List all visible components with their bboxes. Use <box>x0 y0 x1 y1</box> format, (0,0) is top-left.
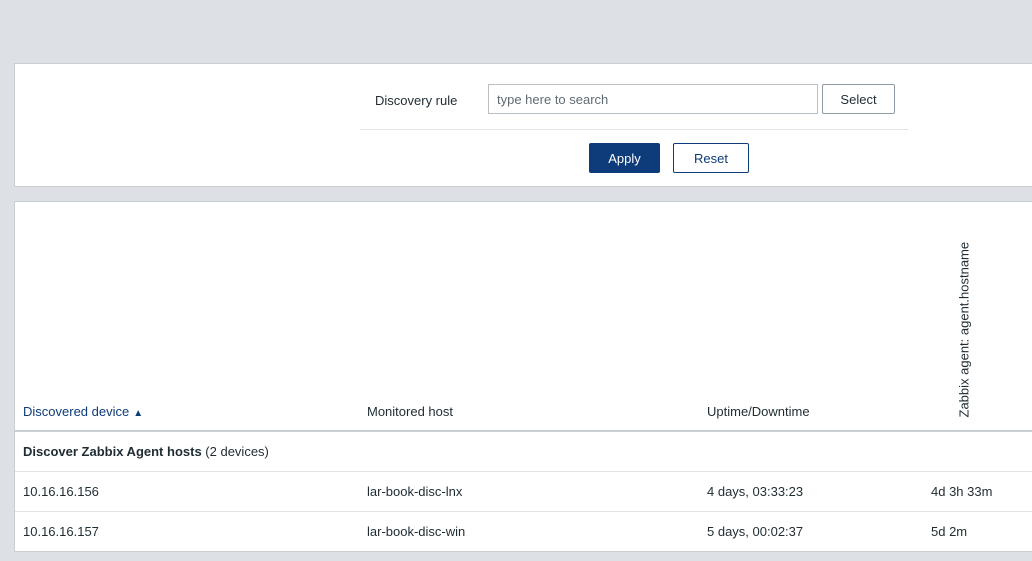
column-header-uptime: Uptime/Downtime <box>707 404 810 419</box>
discovery-rule-search-input[interactable] <box>488 84 818 114</box>
sort-ascending-icon: ▲ <box>133 408 144 419</box>
column-header-discovered-device[interactable]: Discovered device ▲ <box>23 404 143 419</box>
filter-row: Discovery rule Select <box>360 84 908 130</box>
column-header-agent-hostname-label: Zabbix agent: agent.hostname <box>956 241 972 418</box>
filter-panel: Discovery rule Select Apply Reset <box>14 63 1032 187</box>
column-header-agent-hostname: Zabbix agent: agent.hostname <box>943 217 973 425</box>
uptime-cell: 4 days, 03:33:23 <box>707 484 804 499</box>
uptime-cell: 5 days, 00:02:37 <box>707 524 804 539</box>
table-row: 10.16.16.156 lar-book-disc-lnx 4 days, 0… <box>15 472 1032 512</box>
device-cell: 10.16.16.157 <box>23 524 99 539</box>
reset-button[interactable]: Reset <box>673 143 749 173</box>
group-row: Discover Zabbix Agent hosts (2 devices) <box>15 432 1032 472</box>
discovery-rule-label: Discovery rule <box>375 93 458 108</box>
discovery-table: Discovered device ▲ Monitored host Uptime… <box>14 201 1032 552</box>
column-header-discovered-device-label: Discovered device <box>23 404 130 419</box>
agent-hostname-cell: 5d 2m <box>931 524 968 539</box>
table-row: 10.16.16.157 lar-book-disc-win 5 days, 0… <box>15 512 1032 552</box>
agent-hostname-cell: 4d 3h 33m <box>931 484 993 499</box>
group-name: Discover Zabbix Agent hosts <box>23 444 202 459</box>
group-count: (2 devices) <box>205 444 269 459</box>
host-cell: lar-book-disc-lnx <box>367 484 463 499</box>
select-button[interactable]: Select <box>822 84 895 114</box>
device-cell: 10.16.16.156 <box>23 484 99 499</box>
column-header-monitored-host: Monitored host <box>367 404 453 419</box>
host-cell: lar-book-disc-win <box>367 524 466 539</box>
apply-button[interactable]: Apply <box>589 143 660 173</box>
